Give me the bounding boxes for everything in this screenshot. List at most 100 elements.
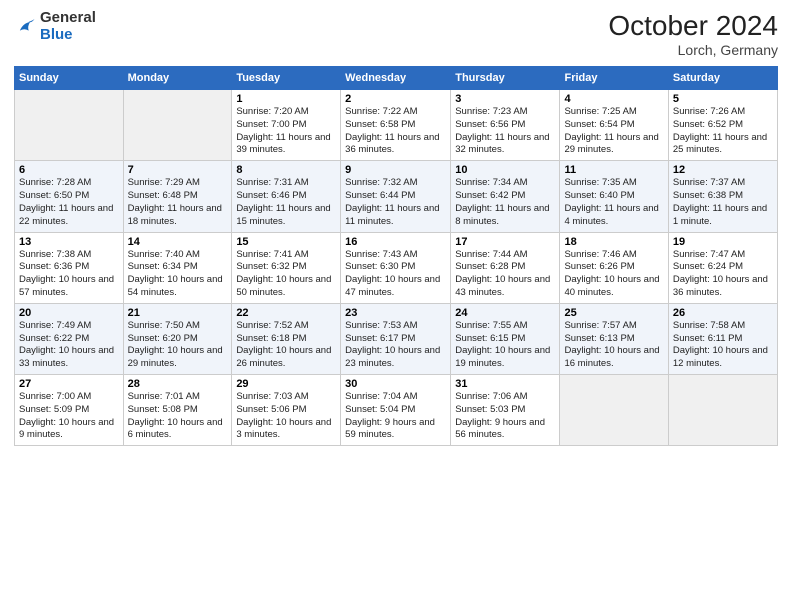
day-info: Sunrise: 7:01 AM Sunset: 5:08 PM Dayligh…: [128, 391, 228, 442]
calendar-cell: 4Sunrise: 7:25 AM Sunset: 6:54 PM Daylig…: [560, 90, 668, 161]
month-title: October 2024: [608, 10, 778, 42]
calendar-cell: 8Sunrise: 7:31 AM Sunset: 6:46 PM Daylig…: [232, 161, 341, 232]
day-info: Sunrise: 7:06 AM Sunset: 5:03 PM Dayligh…: [455, 391, 555, 442]
day-number: 28: [128, 378, 228, 390]
calendar-cell: 15Sunrise: 7:41 AM Sunset: 6:32 PM Dayli…: [232, 232, 341, 303]
calendar-header-row: Sunday Monday Tuesday Wednesday Thursday…: [15, 67, 778, 90]
calendar-cell: 30Sunrise: 7:04 AM Sunset: 5:04 PM Dayli…: [341, 375, 451, 446]
day-number: 3: [455, 93, 555, 105]
day-number: 29: [236, 378, 336, 390]
day-info: Sunrise: 7:34 AM Sunset: 6:42 PM Dayligh…: [455, 177, 555, 228]
calendar-cell: 19Sunrise: 7:47 AM Sunset: 6:24 PM Dayli…: [668, 232, 777, 303]
calendar-cell: [15, 90, 124, 161]
day-number: 22: [236, 307, 336, 319]
calendar-cell: [668, 375, 777, 446]
calendar-cell: 12Sunrise: 7:37 AM Sunset: 6:38 PM Dayli…: [668, 161, 777, 232]
day-number: 17: [455, 236, 555, 248]
logo-general: General: [40, 10, 96, 27]
calendar-cell: 31Sunrise: 7:06 AM Sunset: 5:03 PM Dayli…: [451, 375, 560, 446]
day-number: 1: [236, 93, 336, 105]
day-info: Sunrise: 7:22 AM Sunset: 6:58 PM Dayligh…: [345, 106, 446, 157]
day-info: Sunrise: 7:35 AM Sunset: 6:40 PM Dayligh…: [564, 177, 663, 228]
header-monday: Monday: [123, 67, 232, 90]
day-number: 24: [455, 307, 555, 319]
calendar-cell: 20Sunrise: 7:49 AM Sunset: 6:22 PM Dayli…: [15, 303, 124, 374]
day-number: 23: [345, 307, 446, 319]
day-info: Sunrise: 7:29 AM Sunset: 6:48 PM Dayligh…: [128, 177, 228, 228]
day-info: Sunrise: 7:23 AM Sunset: 6:56 PM Dayligh…: [455, 106, 555, 157]
calendar-cell: 10Sunrise: 7:34 AM Sunset: 6:42 PM Dayli…: [451, 161, 560, 232]
header: General Blue October 2024 Lorch, Germany: [14, 10, 778, 58]
day-info: Sunrise: 7:53 AM Sunset: 6:17 PM Dayligh…: [345, 320, 446, 371]
calendar-cell: 29Sunrise: 7:03 AM Sunset: 5:06 PM Dayli…: [232, 375, 341, 446]
day-info: Sunrise: 7:49 AM Sunset: 6:22 PM Dayligh…: [19, 320, 119, 371]
calendar-week-row: 20Sunrise: 7:49 AM Sunset: 6:22 PM Dayli…: [15, 303, 778, 374]
day-number: 10: [455, 164, 555, 176]
day-number: 19: [673, 236, 773, 248]
title-block: October 2024 Lorch, Germany: [608, 10, 778, 58]
day-number: 20: [19, 307, 119, 319]
day-info: Sunrise: 7:20 AM Sunset: 7:00 PM Dayligh…: [236, 106, 336, 157]
calendar-cell: 27Sunrise: 7:00 AM Sunset: 5:09 PM Dayli…: [15, 375, 124, 446]
day-number: 27: [19, 378, 119, 390]
day-info: Sunrise: 7:28 AM Sunset: 6:50 PM Dayligh…: [19, 177, 119, 228]
day-info: Sunrise: 7:40 AM Sunset: 6:34 PM Dayligh…: [128, 249, 228, 300]
calendar-cell: 16Sunrise: 7:43 AM Sunset: 6:30 PM Dayli…: [341, 232, 451, 303]
header-friday: Friday: [560, 67, 668, 90]
day-number: 31: [455, 378, 555, 390]
logo: General Blue: [14, 10, 96, 43]
logo-text: General Blue: [40, 10, 96, 43]
calendar-cell: [123, 90, 232, 161]
calendar-cell: 9Sunrise: 7:32 AM Sunset: 6:44 PM Daylig…: [341, 161, 451, 232]
calendar-cell: 14Sunrise: 7:40 AM Sunset: 6:34 PM Dayli…: [123, 232, 232, 303]
logo-bird-icon: [14, 16, 36, 38]
calendar-cell: 24Sunrise: 7:55 AM Sunset: 6:15 PM Dayli…: [451, 303, 560, 374]
day-number: 5: [673, 93, 773, 105]
calendar-cell: 18Sunrise: 7:46 AM Sunset: 6:26 PM Dayli…: [560, 232, 668, 303]
day-number: 13: [19, 236, 119, 248]
calendar-week-row: 13Sunrise: 7:38 AM Sunset: 6:36 PM Dayli…: [15, 232, 778, 303]
calendar-cell: 1Sunrise: 7:20 AM Sunset: 7:00 PM Daylig…: [232, 90, 341, 161]
day-info: Sunrise: 7:41 AM Sunset: 6:32 PM Dayligh…: [236, 249, 336, 300]
calendar-week-row: 6Sunrise: 7:28 AM Sunset: 6:50 PM Daylig…: [15, 161, 778, 232]
day-info: Sunrise: 7:00 AM Sunset: 5:09 PM Dayligh…: [19, 391, 119, 442]
day-info: Sunrise: 7:46 AM Sunset: 6:26 PM Dayligh…: [564, 249, 663, 300]
calendar-cell: 21Sunrise: 7:50 AM Sunset: 6:20 PM Dayli…: [123, 303, 232, 374]
calendar-cell: 3Sunrise: 7:23 AM Sunset: 6:56 PM Daylig…: [451, 90, 560, 161]
day-number: 2: [345, 93, 446, 105]
calendar-cell: [560, 375, 668, 446]
logo-blue: Blue: [40, 27, 96, 44]
day-info: Sunrise: 7:47 AM Sunset: 6:24 PM Dayligh…: [673, 249, 773, 300]
day-info: Sunrise: 7:58 AM Sunset: 6:11 PM Dayligh…: [673, 320, 773, 371]
header-saturday: Saturday: [668, 67, 777, 90]
calendar-week-row: 1Sunrise: 7:20 AM Sunset: 7:00 PM Daylig…: [15, 90, 778, 161]
day-number: 9: [345, 164, 446, 176]
day-info: Sunrise: 7:52 AM Sunset: 6:18 PM Dayligh…: [236, 320, 336, 371]
day-number: 21: [128, 307, 228, 319]
location: Lorch, Germany: [608, 42, 778, 58]
day-info: Sunrise: 7:32 AM Sunset: 6:44 PM Dayligh…: [345, 177, 446, 228]
day-number: 7: [128, 164, 228, 176]
header-wednesday: Wednesday: [341, 67, 451, 90]
day-number: 12: [673, 164, 773, 176]
calendar-cell: 17Sunrise: 7:44 AM Sunset: 6:28 PM Dayli…: [451, 232, 560, 303]
calendar-cell: 13Sunrise: 7:38 AM Sunset: 6:36 PM Dayli…: [15, 232, 124, 303]
day-number: 30: [345, 378, 446, 390]
calendar-cell: 6Sunrise: 7:28 AM Sunset: 6:50 PM Daylig…: [15, 161, 124, 232]
day-info: Sunrise: 7:03 AM Sunset: 5:06 PM Dayligh…: [236, 391, 336, 442]
calendar-cell: 22Sunrise: 7:52 AM Sunset: 6:18 PM Dayli…: [232, 303, 341, 374]
header-thursday: Thursday: [451, 67, 560, 90]
day-info: Sunrise: 7:44 AM Sunset: 6:28 PM Dayligh…: [455, 249, 555, 300]
day-info: Sunrise: 7:31 AM Sunset: 6:46 PM Dayligh…: [236, 177, 336, 228]
day-info: Sunrise: 7:37 AM Sunset: 6:38 PM Dayligh…: [673, 177, 773, 228]
day-info: Sunrise: 7:04 AM Sunset: 5:04 PM Dayligh…: [345, 391, 446, 442]
calendar-cell: 5Sunrise: 7:26 AM Sunset: 6:52 PM Daylig…: [668, 90, 777, 161]
calendar-cell: 11Sunrise: 7:35 AM Sunset: 6:40 PM Dayli…: [560, 161, 668, 232]
day-number: 11: [564, 164, 663, 176]
header-sunday: Sunday: [15, 67, 124, 90]
calendar-cell: 2Sunrise: 7:22 AM Sunset: 6:58 PM Daylig…: [341, 90, 451, 161]
calendar-week-row: 27Sunrise: 7:00 AM Sunset: 5:09 PM Dayli…: [15, 375, 778, 446]
calendar-cell: 23Sunrise: 7:53 AM Sunset: 6:17 PM Dayli…: [341, 303, 451, 374]
day-number: 14: [128, 236, 228, 248]
calendar-table: Sunday Monday Tuesday Wednesday Thursday…: [14, 66, 778, 446]
